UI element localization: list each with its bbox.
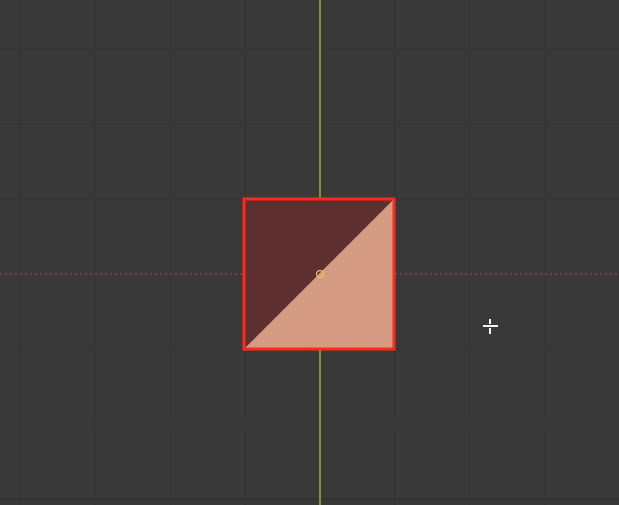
viewport-3d[interactable] (0, 0, 619, 505)
mesh-plane[interactable] (0, 0, 619, 505)
